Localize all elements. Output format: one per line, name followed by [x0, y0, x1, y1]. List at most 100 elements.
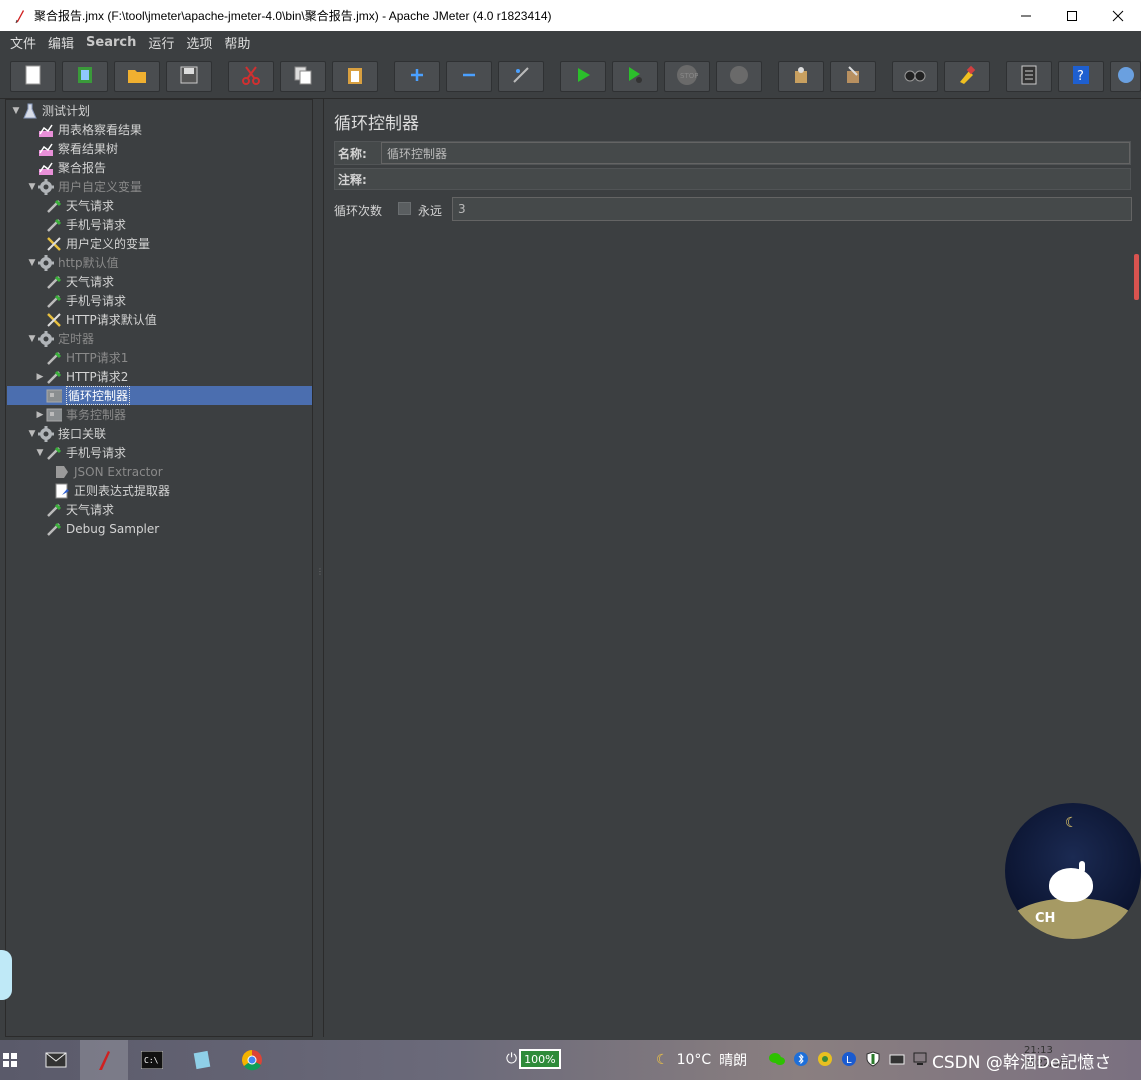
controller-icon — [46, 407, 62, 423]
templates-button[interactable] — [62, 61, 108, 92]
expand-toggle-icon[interactable]: ▼ — [34, 448, 46, 458]
tree-node[interactable]: 察看结果树 — [26, 139, 118, 158]
sampler-icon — [46, 274, 62, 290]
expand-toggle-icon[interactable]: ▶ — [34, 410, 46, 420]
tree-node[interactable]: HTTP请求默认值 — [34, 310, 157, 329]
shield-icon[interactable] — [864, 1050, 882, 1068]
tree-node[interactable]: Debug Sampler — [34, 519, 159, 538]
desktop-pet-widget[interactable]: ☾ CH — [1005, 803, 1141, 939]
function-helper-button[interactable] — [1006, 61, 1052, 92]
collapse-button[interactable] — [446, 61, 492, 92]
tree-node[interactable]: ▼ 用户自定义变量 — [26, 177, 142, 196]
clear-all-button[interactable] — [830, 61, 876, 92]
weather-temp: 10°C — [676, 1052, 712, 1068]
test-plan-tree[interactable]: ▼ 测试计划 用表格察看结果 察看结果树 聚合报告 ▼ 用户自定义变量 天气请求 手机号请求 用户… — [5, 99, 313, 1037]
tree-node[interactable]: ▼ 定时器 — [26, 329, 94, 348]
maximize-button[interactable] — [1049, 0, 1095, 31]
menu-search[interactable]: Search — [80, 35, 142, 50]
tree-node[interactable]: JSON Extractor — [42, 462, 163, 481]
tree-node[interactable]: ▶ HTTP请求2 — [34, 367, 129, 386]
menu-edit[interactable]: 编辑 — [42, 33, 80, 52]
moon-icon: ☾ — [1065, 815, 1078, 831]
tree-node[interactable]: 天气请求 — [34, 500, 114, 519]
remote-button[interactable] — [1110, 61, 1141, 92]
menu-file[interactable]: 文件 — [4, 33, 42, 52]
comment-input[interactable] — [375, 169, 1130, 189]
tree-node[interactable]: 聚合报告 — [26, 158, 106, 177]
tree-node-label: 手机号请求 — [66, 218, 127, 232]
l-app-icon[interactable]: L — [840, 1050, 858, 1068]
expand-toggle-icon[interactable]: ▼ — [10, 106, 22, 116]
taskbar-notepad[interactable] — [178, 1040, 226, 1080]
name-input[interactable]: 循环控制器 — [381, 142, 1130, 164]
search-icon — [904, 68, 926, 85]
copy-button[interactable] — [280, 61, 326, 92]
tree-node[interactable]: ▼ 手机号请求 — [34, 443, 126, 462]
tree-node-label: 聚合报告 — [58, 161, 107, 175]
svg-text:STOP: STOP — [680, 72, 698, 80]
tree-node[interactable]: ▼ 接口关联 — [26, 424, 106, 443]
controller-icon — [46, 388, 62, 404]
save-button[interactable] — [166, 61, 212, 92]
menu-help[interactable]: 帮助 — [218, 33, 256, 52]
minimize-button[interactable] — [1003, 0, 1049, 31]
taskbar-terminal[interactable]: C:\ — [128, 1040, 176, 1080]
toggle-button[interactable] — [498, 61, 544, 92]
window-controls — [1003, 0, 1141, 31]
tree-node[interactable]: 天气请求 — [34, 196, 114, 215]
tree-node[interactable]: 天气请求 — [34, 272, 114, 291]
weather-widget[interactable]: ☾ 10°C 晴朗 — [656, 1050, 755, 1070]
tree-node[interactable]: 手机号请求 — [34, 215, 126, 234]
start-button[interactable] — [0, 1040, 20, 1080]
tree-node[interactable]: ▶ 事务控制器 — [34, 405, 126, 424]
start-no-pause-button[interactable] — [612, 61, 658, 92]
wechat-icon[interactable] — [768, 1050, 786, 1068]
menu-run[interactable]: 运行 — [142, 33, 180, 52]
open-icon — [127, 66, 147, 87]
shutdown-button[interactable] — [716, 61, 762, 92]
toggle-icon — [511, 65, 531, 88]
start-button[interactable] — [560, 61, 606, 92]
tree-node[interactable]: 用户定义的变量 — [34, 234, 150, 253]
tree-node[interactable]: 用表格察看结果 — [26, 120, 142, 139]
expand-toggle-icon[interactable]: ▶ — [34, 372, 46, 382]
cut-button[interactable] — [228, 61, 274, 92]
new-button[interactable] — [10, 61, 56, 92]
reset-search-button[interactable] — [944, 61, 990, 92]
tree-node[interactable]: ▼ 测试计划 — [10, 101, 90, 120]
tree-node[interactable]: 正则表达式提取器 — [42, 481, 170, 500]
json-extractor-icon — [54, 464, 70, 480]
clear-button[interactable] — [778, 61, 824, 92]
expand-toggle-icon[interactable]: ▼ — [26, 258, 38, 268]
taskbar-chrome[interactable] — [228, 1040, 276, 1080]
new-icon — [24, 65, 42, 88]
expand-toggle-icon[interactable]: ▼ — [26, 334, 38, 344]
bluetooth-icon[interactable] — [792, 1050, 810, 1068]
split-pane-divider[interactable]: ⋮⋮ — [313, 99, 331, 1037]
tree-node[interactable]: 循环控制器 — [34, 386, 131, 405]
tree-node-label: 测试计划 — [42, 104, 91, 118]
open-button[interactable] — [114, 61, 160, 92]
listener-icon — [38, 141, 54, 157]
tree-node[interactable]: ▼ http默认值 — [26, 253, 119, 272]
expand-toggle-icon[interactable]: ▼ — [26, 182, 38, 192]
network-icon[interactable] — [912, 1050, 930, 1068]
loop-count-input[interactable]: 3 — [452, 197, 1132, 221]
taskbar-mail[interactable] — [32, 1040, 80, 1080]
expand-toggle-icon[interactable]: ▼ — [26, 429, 38, 439]
close-button[interactable] — [1095, 0, 1141, 31]
expand-button[interactable] — [394, 61, 440, 92]
menu-options[interactable]: 选项 — [180, 33, 218, 52]
help-button[interactable]: ? — [1058, 61, 1104, 92]
jmeter-feather-icon — [12, 8, 28, 24]
search-button[interactable] — [892, 61, 938, 92]
taskbar-jmeter[interactable] — [80, 1040, 128, 1080]
paste-button[interactable] — [332, 61, 378, 92]
app-tray-icon[interactable] — [816, 1050, 834, 1068]
forever-checkbox[interactable] — [398, 202, 411, 215]
keyboard-icon[interactable] — [888, 1050, 906, 1068]
battery-indicator[interactable]: ⏻ 100% — [506, 1049, 561, 1069]
tree-node[interactable]: HTTP请求1 — [34, 348, 128, 367]
stop-button[interactable]: STOP — [664, 61, 710, 92]
tree-node[interactable]: 手机号请求 — [34, 291, 126, 310]
